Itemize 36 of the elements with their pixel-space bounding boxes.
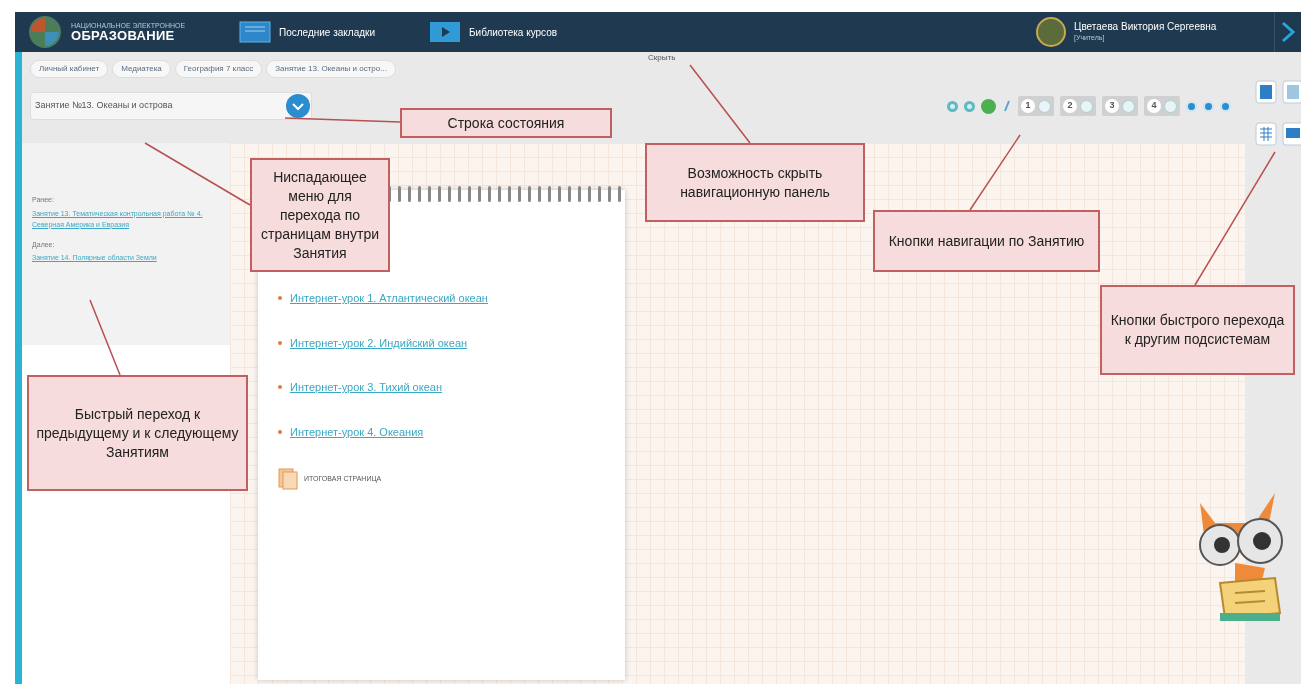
- pencil-icon[interactable]: [1003, 100, 1011, 112]
- lesson-step-button[interactable]: 3: [1102, 96, 1138, 116]
- annotation-callout: Возможность скрыть навигационную панель: [645, 143, 865, 222]
- breadcrumb[interactable]: Занятие 13. Океаны и остро...: [266, 60, 396, 78]
- lesson-step-button[interactable]: 2: [1060, 96, 1096, 116]
- bullet-icon: [278, 340, 282, 345]
- breadcrumb[interactable]: Медиатека: [112, 60, 171, 78]
- breadcrumb[interactable]: Личный кабинет: [30, 60, 109, 78]
- logo-text: ОБРАЗОВАНИЕ: [71, 29, 176, 42]
- screen-icon: [239, 21, 271, 43]
- lesson-step-button[interactable]: 4: [1144, 96, 1180, 116]
- monitor-icon[interactable]: [1282, 122, 1301, 146]
- annotation-callout: Кнопки быстрого перехода к другим подсистемам: [1100, 285, 1295, 375]
- logo-icon: [27, 15, 63, 49]
- bullet-icon: [278, 385, 282, 390]
- bullet-icon: [278, 429, 282, 434]
- header-link[interactable]: Библиотека курсов: [469, 24, 558, 40]
- annotation-callout: Строка состояния: [400, 108, 612, 138]
- lesson-dropdown[interactable]: Занятие №13. Океаны и острова: [30, 92, 312, 120]
- user-name[interactable]: Цветаева Виктория Сергеевна: [1074, 21, 1274, 34]
- close-icon[interactable]: [1281, 21, 1295, 43]
- annotation-callout: Быстрый переход к предыдущему и к следующему Занятиям: [27, 375, 248, 491]
- avatar: [1036, 17, 1066, 47]
- annotation-callout: Ниспадающее меню для перехода по страницам внутри Занятия: [250, 158, 390, 272]
- document-icon[interactable]: [1282, 80, 1301, 104]
- header-link[interactable]: Последние закладки: [279, 24, 376, 40]
- video-screen-icon: [429, 21, 461, 43]
- hide-panel-link[interactable]: Скрыть: [648, 52, 676, 64]
- lesson-step-button[interactable]: 1: [1018, 96, 1054, 116]
- notes-icon[interactable]: [1255, 80, 1277, 104]
- annotation-callout: Кнопки навигации по Занятию: [873, 210, 1100, 272]
- chevron-down-icon: [285, 93, 311, 119]
- bullet-icon: [278, 296, 282, 301]
- calendar-icon[interactable]: [1255, 122, 1277, 146]
- breadcrumb[interactable]: География 7 класс: [174, 60, 263, 78]
- document-stack-icon: [278, 468, 298, 490]
